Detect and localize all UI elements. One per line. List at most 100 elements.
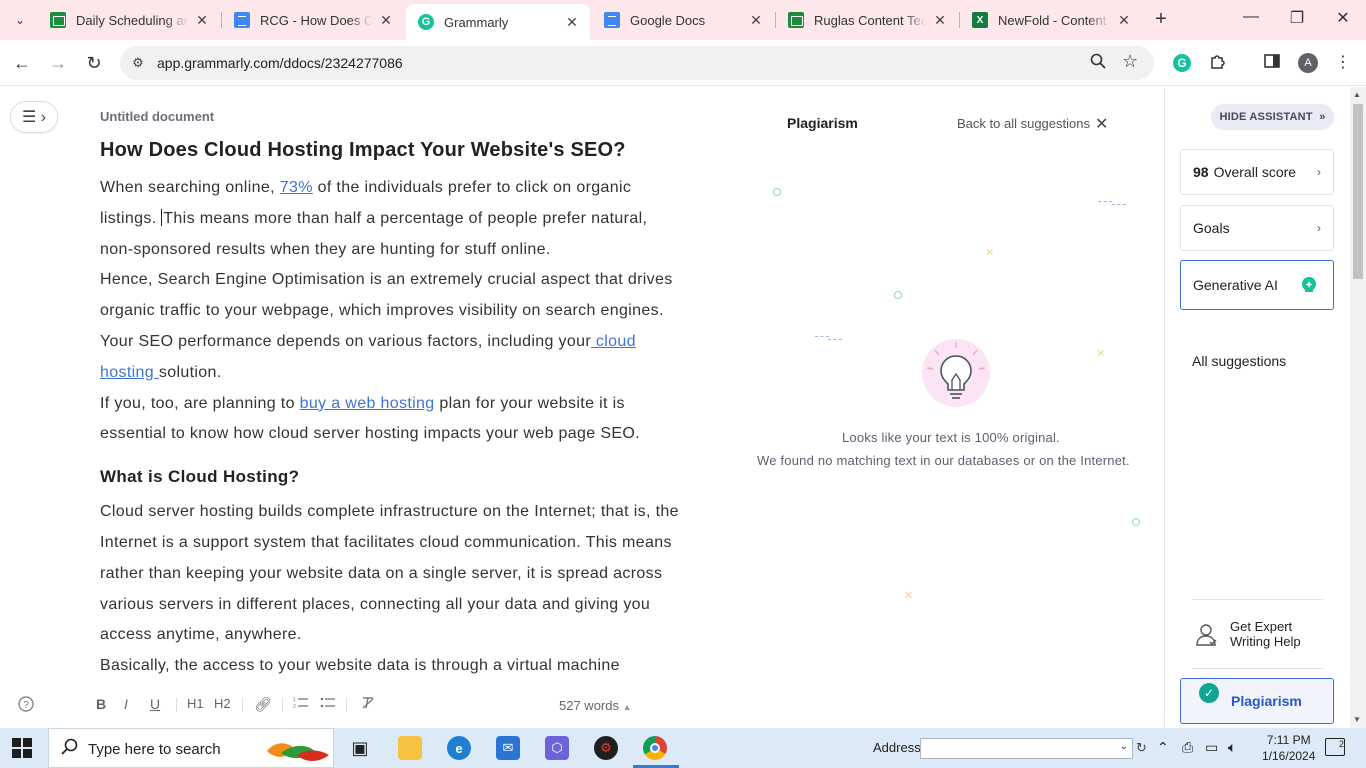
new-tab-icon[interactable]: + [1150, 9, 1172, 31]
bold-button[interactable]: B [96, 696, 106, 712]
close-tab-icon[interactable]: ✕ [564, 14, 580, 31]
clear-formatting-icon[interactable] [360, 696, 376, 713]
back-to-suggestions-link[interactable]: Back to all suggestions [957, 116, 1090, 131]
windows-start-icon[interactable] [12, 738, 32, 758]
close-tab-icon[interactable]: ✕ [748, 12, 764, 29]
task-view-icon[interactable]: ▣ [348, 736, 372, 760]
chrome-icon[interactable] [643, 736, 667, 760]
generative-ai-bulb-icon [1302, 277, 1316, 292]
decorative-dot [773, 188, 781, 196]
battery-icon[interactable]: ▭ [1205, 739, 1218, 756]
mail-icon[interactable]: ✉ [496, 736, 520, 760]
link-buy-web-hosting[interactable]: buy a web hosting [300, 395, 435, 412]
menu-icon: ☰ › [21, 109, 47, 126]
heading2-button[interactable]: H2 [214, 696, 231, 711]
browser-tab[interactable]: X NewFold - Content W ✕ [960, 4, 1142, 36]
goals-card[interactable]: Goals › [1180, 205, 1334, 251]
scroll-up-arrow-icon[interactable]: ▲ [1353, 90, 1361, 99]
close-window-icon[interactable]: ✕ [1320, 8, 1366, 32]
restore-icon[interactable]: ❐ [1274, 8, 1320, 32]
network-icon[interactable]: ⎙ [1182, 739, 1193, 756]
file-explorer-icon[interactable] [398, 736, 422, 760]
paragraph[interactable]: Cloud server hosting builds complete inf… [100, 497, 680, 651]
paragraph[interactable]: Basically, the access to your website da… [100, 651, 680, 682]
close-tab-icon[interactable]: ✕ [932, 12, 948, 29]
reload-icon[interactable]: ↻ [82, 51, 106, 75]
tab-title: RCG - How Does Clou [260, 12, 372, 28]
overall-score-value: 98 [1193, 164, 1209, 180]
browser-tab-active[interactable]: G Grammarly ✕ [406, 4, 590, 40]
heading1-button[interactable]: H1 [187, 696, 204, 711]
hide-assistant-button[interactable]: HIDE ASSISTANT » [1211, 104, 1334, 130]
more-options-icon[interactable]: ⋮ [1332, 52, 1354, 74]
antivirus-icon[interactable]: ⚙ [594, 736, 618, 760]
all-suggestions-link[interactable]: All suggestions [1192, 353, 1286, 369]
goals-label: Goals [1193, 220, 1230, 236]
side-panel-icon[interactable] [1261, 52, 1283, 74]
browser-tab[interactable]: Daily Scheduling and ✕ [38, 4, 220, 36]
paragraph[interactable]: When searching online, 73% of the indivi… [100, 173, 680, 265]
document-heading[interactable]: How Does Cloud Hosting Impact Your Websi… [100, 134, 680, 167]
decorative-line [1112, 204, 1126, 206]
system-clock[interactable]: 7:11 PM 1/16/2024 [1262, 732, 1315, 764]
document-title[interactable]: Untitled document [100, 109, 214, 124]
grammarly-extension-icon[interactable]: G [1173, 54, 1191, 72]
scrollbar-thumb[interactable] [1353, 104, 1363, 279]
numbered-list-icon[interactable]: 12 [293, 696, 309, 713]
profile-avatar[interactable]: A [1298, 53, 1318, 73]
plagiarism-button[interactable]: ✓ Plagiarism [1180, 678, 1334, 724]
close-tab-icon[interactable]: ✕ [378, 12, 394, 29]
paragraph[interactable]: Hence, Search Engine Optimisation is an … [100, 265, 680, 388]
italic-button[interactable]: I [124, 696, 128, 712]
original-result-text: Looks like your text is 100% original. [842, 430, 1060, 445]
browser-tab[interactable]: RCG - How Does Clou ✕ [222, 4, 404, 36]
scroll-down-arrow-icon[interactable]: ▼ [1353, 715, 1361, 724]
notification-center-icon[interactable]: 2 [1325, 738, 1345, 756]
tab-title: Daily Scheduling and [76, 12, 188, 28]
decorative-line [828, 339, 842, 341]
document-editor[interactable]: How Does Cloud Hosting Impact Your Websi… [100, 134, 680, 684]
bookmark-star-icon[interactable]: ☆ [1122, 51, 1138, 72]
generative-ai-card[interactable]: Generative AI [1180, 260, 1334, 310]
browser-tab-strip: ⌄ Daily Scheduling and ✕ RCG - How Does … [0, 0, 1366, 40]
taskbar-search-box[interactable]: Type here to search [48, 728, 334, 768]
url-text[interactable]: app.grammarly.com/ddocs/2324277086 [157, 55, 403, 71]
paragraph[interactable]: If you, too, are planning to buy a web h… [100, 389, 680, 451]
link-icon[interactable]: 🔗︎ [254, 696, 272, 713]
decorative-sparkle: ✕ [985, 247, 995, 259]
minimize-icon[interactable]: — [1228, 8, 1274, 32]
forward-arrow-icon[interactable]: → [46, 51, 70, 75]
browser-tab[interactable]: Google Docs ✕ [592, 4, 774, 36]
chevron-right-icon: › [1317, 165, 1321, 179]
tab-search-chevron-icon[interactable]: ⌄ [8, 8, 32, 32]
help-icon[interactable]: ? [18, 696, 34, 715]
back-arrow-icon[interactable]: ← [10, 51, 34, 75]
show-hidden-icons-chevron-icon[interactable]: ⌃ [1157, 739, 1169, 756]
address-toolbar-input[interactable]: ⌄ [920, 738, 1133, 759]
volume-icon[interactable]: 🔈︎ [1228, 739, 1236, 756]
underline-button[interactable]: U [150, 696, 160, 712]
overall-score-label: Overall score [1213, 164, 1297, 180]
close-icon[interactable]: ✕ [1095, 114, 1108, 134]
tab-title: NewFold - Content W [998, 12, 1110, 28]
document-menu-button[interactable]: ☰ › [10, 101, 58, 133]
browser-tab[interactable]: Ruglas Content Team ✕ [776, 4, 958, 36]
document-subheading[interactable]: What is Cloud Hosting? [100, 463, 680, 491]
bullet-list-icon[interactable] [320, 696, 336, 713]
close-tab-icon[interactable]: ✕ [1116, 12, 1132, 29]
overall-score-card[interactable]: 98 Overall score › [1180, 149, 1334, 195]
decorative-sparkle: ✕ [1096, 348, 1106, 360]
zoom-icon[interactable] [1090, 53, 1106, 73]
extensions-puzzle-icon[interactable] [1207, 52, 1229, 74]
edge-browser-icon[interactable]: e [447, 736, 471, 760]
word-count[interactable]: 527 words ▲ [559, 698, 632, 713]
link-73-percent[interactable]: 73% [280, 179, 313, 196]
dropdown-chevron-icon[interactable]: ⌄ [1120, 741, 1128, 752]
site-info-icon[interactable]: ⚙ [130, 55, 146, 71]
address-go-icon[interactable]: ↻ [1136, 740, 1147, 756]
app-hexagon-icon[interactable]: ⬡ [545, 736, 569, 760]
page-scrollbar[interactable]: ▲ ▼ [1350, 87, 1366, 728]
get-expert-writing-help-button[interactable]: Get Expert Writing Help [1196, 619, 1336, 653]
close-tab-icon[interactable]: ✕ [194, 12, 210, 29]
address-bar[interactable]: ⚙ app.grammarly.com/ddocs/2324277086 ☆ [120, 46, 1154, 80]
